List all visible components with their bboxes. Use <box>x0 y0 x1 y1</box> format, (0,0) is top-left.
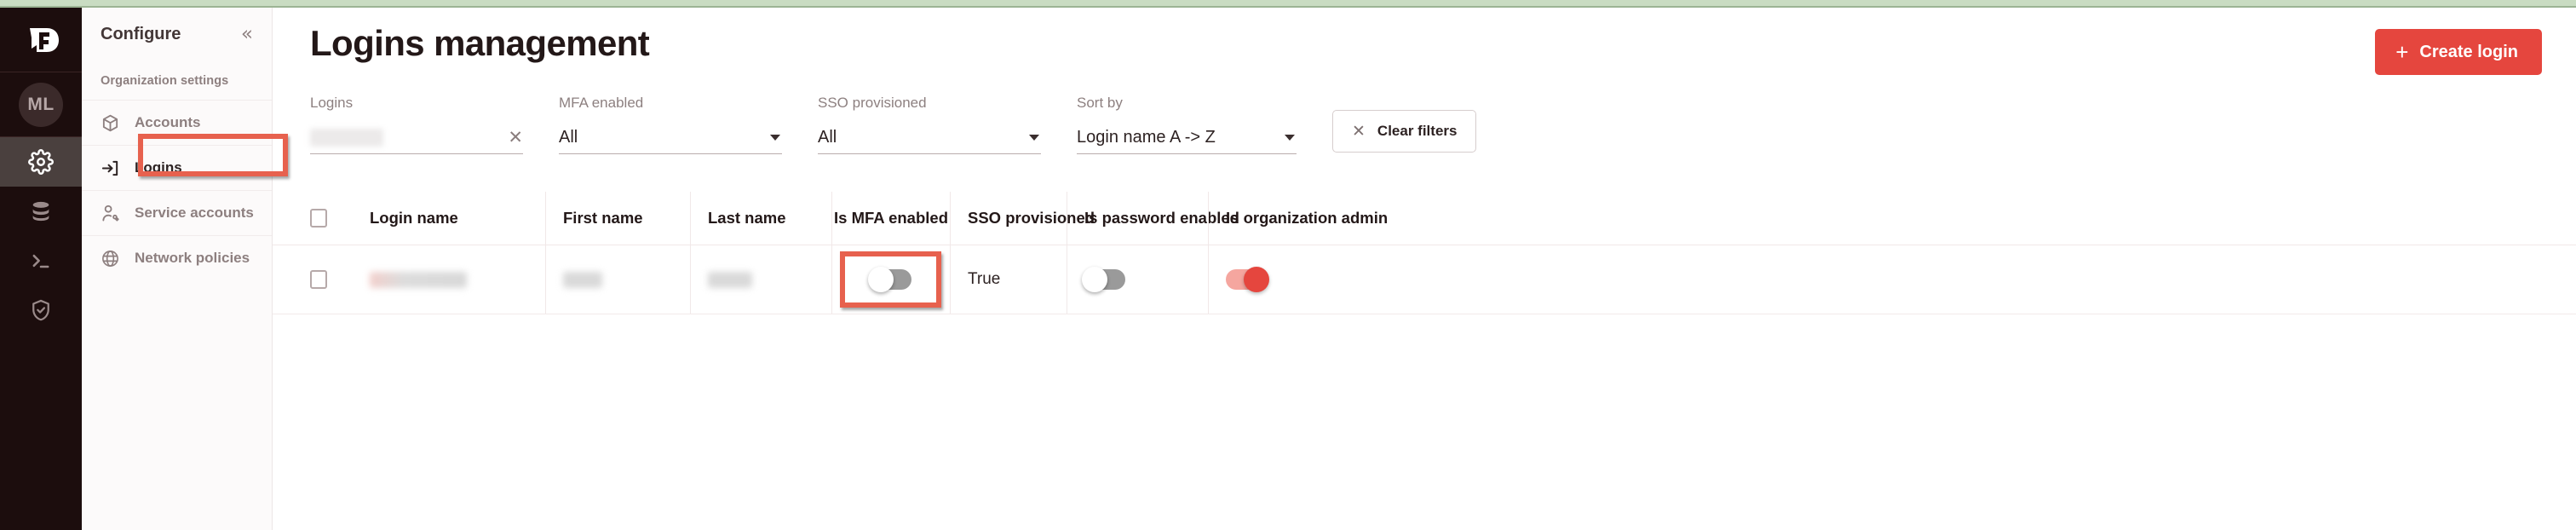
row-checkbox[interactable] <box>310 270 327 289</box>
plus-icon: + <box>2395 41 2408 63</box>
toggle-knob <box>868 267 894 292</box>
cell-is-mfa-enabled <box>831 245 950 314</box>
sidebar-header: Configure « <box>82 8 272 60</box>
filters-bar: Logins ✕ MFA enabled All SSO provisioned… <box>273 75 2576 154</box>
toggle-knob <box>1244 267 1269 292</box>
rail-item-data[interactable] <box>0 187 82 236</box>
app-root: ML <box>0 0 2576 530</box>
th-login-name[interactable]: Login name <box>353 192 545 245</box>
column-label: Is organization admin <box>1226 209 1388 228</box>
is-organization-admin-toggle[interactable] <box>1226 269 1267 290</box>
column-label: Last name <box>708 209 786 228</box>
column-label: Login name <box>370 209 458 228</box>
filter-sort-select[interactable]: Login name A -> Z <box>1077 122 1297 154</box>
terminal-icon <box>29 249 53 273</box>
cell-is-organization-admin <box>1208 245 1373 314</box>
chevron-down-icon[interactable] <box>770 135 780 141</box>
filter-mfa-enabled: MFA enabled All <box>559 95 782 154</box>
clear-filters-label: Clear filters <box>1377 123 1458 140</box>
th-is-mfa-enabled[interactable]: Is MFA enabled <box>831 192 950 245</box>
filter-mfa-select[interactable]: All <box>559 122 782 154</box>
filter-logins-value <box>310 129 383 147</box>
cell-first-name <box>545 245 690 314</box>
clear-logins-icon[interactable]: ✕ <box>508 129 523 147</box>
cell-sso-provisioned: True <box>950 245 1067 314</box>
th-first-name[interactable]: First name <box>545 192 690 245</box>
configure-sidebar: Configure « Organization settings Accoun… <box>82 0 273 530</box>
rail-item-terminal[interactable] <box>0 236 82 285</box>
sidebar-item-label: Service accounts <box>135 205 254 222</box>
filter-sso-value: All <box>818 128 837 147</box>
filter-sso-select[interactable]: All <box>818 122 1041 154</box>
filter-logins: Logins ✕ <box>310 95 523 154</box>
cell-login-name <box>353 245 545 314</box>
sso-provisioned-value: True <box>968 270 1000 289</box>
close-icon: ✕ <box>1352 122 1366 141</box>
th-last-name[interactable]: Last name <box>690 192 831 245</box>
filter-mfa-value: All <box>559 128 578 147</box>
shield-check-icon <box>29 298 53 322</box>
gear-icon <box>28 149 54 175</box>
filter-sso-provisioned: SSO provisioned All <box>818 95 1041 154</box>
th-is-organization-admin[interactable]: Is organization admin <box>1208 192 1373 245</box>
avatar-initials: ML <box>19 83 63 127</box>
select-all-cell <box>310 192 353 245</box>
sidebar-title: Configure <box>101 25 181 44</box>
create-login-label: Create login <box>2419 43 2518 62</box>
is-mfa-enabled-toggle[interactable] <box>871 269 911 290</box>
redacted-first-name <box>563 272 602 288</box>
sidebar-section-label: Organization settings <box>82 60 272 100</box>
th-is-password-enabled[interactable]: Is password enabled <box>1067 192 1208 245</box>
page-title: Logins management <box>310 23 649 64</box>
row-select-cell <box>310 245 353 314</box>
sidebar-item-label: Network policies <box>135 250 250 267</box>
filter-logins-control[interactable]: ✕ <box>310 122 523 154</box>
top-accent-strip <box>0 0 2576 8</box>
chevron-down-icon[interactable] <box>1029 135 1039 141</box>
logins-table: Login name First name Last name Is MFA e… <box>273 192 2576 314</box>
sidebar-item-label: Logins <box>135 159 182 176</box>
filter-logins-label: Logins <box>310 95 523 112</box>
cell-last-name <box>690 245 831 314</box>
sidebar-item-label: Accounts <box>135 114 200 131</box>
clear-filters-button[interactable]: ✕ Clear filters <box>1332 110 1476 153</box>
chevron-down-icon[interactable] <box>1285 135 1295 141</box>
login-arrow-icon <box>101 158 120 178</box>
global-icon-rail: ML <box>0 0 82 530</box>
rail-item-security[interactable] <box>0 285 82 335</box>
database-icon <box>29 199 53 223</box>
toggle-knob <box>1082 267 1107 292</box>
sidebar-item-accounts[interactable]: Accounts <box>82 100 272 145</box>
create-login-button[interactable]: + Create login <box>2375 29 2542 75</box>
table-row[interactable]: True <box>273 245 2576 314</box>
column-label: Is MFA enabled <box>834 209 948 228</box>
user-avatar[interactable]: ML <box>0 72 82 137</box>
globe-icon <box>101 249 120 268</box>
feature-flag-logo-icon <box>19 18 63 62</box>
cell-is-password-enabled <box>1067 245 1208 314</box>
sidebar-item-network-policies[interactable]: Network policies <box>82 235 272 280</box>
filter-sort-by: Sort by Login name A -> Z <box>1077 95 1297 154</box>
sidebar-item-service-accounts[interactable]: Service accounts <box>82 190 272 235</box>
box-icon <box>101 113 120 133</box>
collapse-sidebar-icon[interactable]: « <box>238 23 256 46</box>
column-label: First name <box>563 209 643 228</box>
redacted-last-name <box>708 272 752 288</box>
filter-sort-label: Sort by <box>1077 95 1297 112</box>
app-logo[interactable] <box>0 8 82 72</box>
person-wrench-icon <box>101 204 120 223</box>
rail-item-configure[interactable] <box>0 137 82 187</box>
sidebar-item-logins[interactable]: Logins <box>82 145 272 190</box>
main-content: Logins management + Create login Logins … <box>273 0 2576 530</box>
page-header: Logins management + Create login <box>273 8 2576 75</box>
filter-sort-value: Login name A -> Z <box>1077 128 1216 147</box>
filter-mfa-label: MFA enabled <box>559 95 782 112</box>
filter-sso-label: SSO provisioned <box>818 95 1041 112</box>
redacted-login-name <box>370 272 467 288</box>
th-sso-provisioned[interactable]: SSO provisioned <box>950 192 1067 245</box>
is-password-enabled-toggle[interactable] <box>1084 269 1125 290</box>
select-all-checkbox[interactable] <box>310 209 327 228</box>
table-header-row: Login name First name Last name Is MFA e… <box>273 192 2576 245</box>
